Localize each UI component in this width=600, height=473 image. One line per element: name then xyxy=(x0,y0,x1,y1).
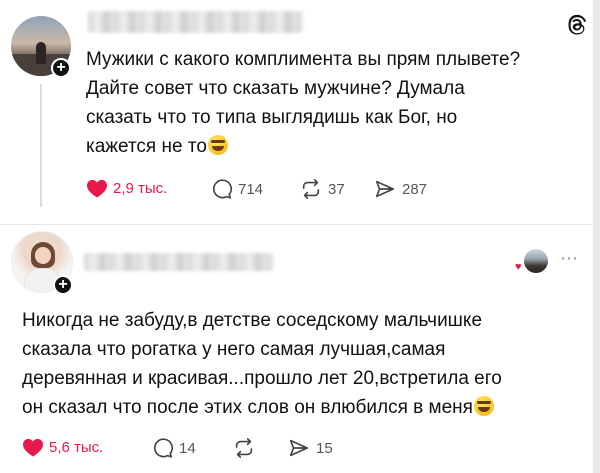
repost-button[interactable]: 37 xyxy=(299,178,345,200)
comment-bubble-icon xyxy=(154,438,174,458)
post-divider xyxy=(0,224,593,225)
more-icon[interactable]: ⋯ xyxy=(560,248,579,269)
post-text-line: кажется не то xyxy=(86,136,207,157)
liked-by-author-avatar xyxy=(524,249,548,273)
post-2-text: Никогда не забуду,в детстве соседскому м… xyxy=(22,306,502,422)
post-text-line: деревянная и красивая...прошло лет 20,вс… xyxy=(22,368,502,389)
liked-by-author-heart-icon: ♥ xyxy=(515,261,522,273)
repost-button[interactable] xyxy=(232,437,256,459)
follow-plus-button[interactable]: + xyxy=(53,275,73,295)
like-count: 2,9 тыс. xyxy=(113,179,168,197)
comment-count: 714 xyxy=(238,180,264,198)
share-button[interactable]: 15 xyxy=(287,437,333,459)
post-text-line: Мужики с какого комплимента вы прям плыв… xyxy=(86,49,521,70)
screen-edge xyxy=(593,0,600,473)
comment-button[interactable]: 714 xyxy=(211,178,263,200)
post-2-actions: 5,6 тыс. 14 15 xyxy=(22,437,422,461)
blurred-username xyxy=(84,253,274,271)
share-count: 287 xyxy=(402,180,428,198)
comment-bubble-icon xyxy=(213,179,233,199)
share-button[interactable]: 287 xyxy=(373,178,427,200)
post-1-actions: 2,9 тыс. 714 37 287 xyxy=(86,178,486,202)
repost-icon xyxy=(302,179,320,199)
like-button[interactable]: 5,6 тыс. xyxy=(22,437,103,457)
send-icon xyxy=(289,439,309,457)
laughing-emoji-icon xyxy=(473,396,494,416)
repost-count: 37 xyxy=(328,180,345,198)
thread-line xyxy=(40,84,42,207)
repost-icon xyxy=(235,438,253,458)
post-text-line: сказать что то типа выглядишь как Бог, н… xyxy=(86,107,458,128)
like-button[interactable]: 2,9 тыс. xyxy=(86,178,167,198)
rofl-emoji-icon xyxy=(207,135,228,155)
threads-logo-icon xyxy=(566,14,588,36)
post-text-line: сказала что рогатка у него самая лучшая,… xyxy=(22,339,446,360)
share-count: 15 xyxy=(316,439,333,457)
comment-count: 14 xyxy=(179,439,196,457)
comment-button[interactable]: 14 xyxy=(152,437,196,459)
like-count: 5,6 тыс. xyxy=(49,438,104,456)
heart-icon xyxy=(23,438,43,457)
heart-icon xyxy=(87,179,107,198)
post-text-line: Дайте совет что сказать мужчине? Думала xyxy=(86,78,465,99)
post-text-line: он сказал что после этих слов он влюбилс… xyxy=(22,397,473,418)
send-icon xyxy=(375,180,395,198)
post-text-line: Никогда не забуду,в детстве соседскому м… xyxy=(22,310,483,331)
follow-plus-button[interactable]: + xyxy=(51,58,71,78)
post-1-text: Мужики с какого комплимента вы прям плыв… xyxy=(86,45,520,161)
blurred-username xyxy=(88,11,303,33)
